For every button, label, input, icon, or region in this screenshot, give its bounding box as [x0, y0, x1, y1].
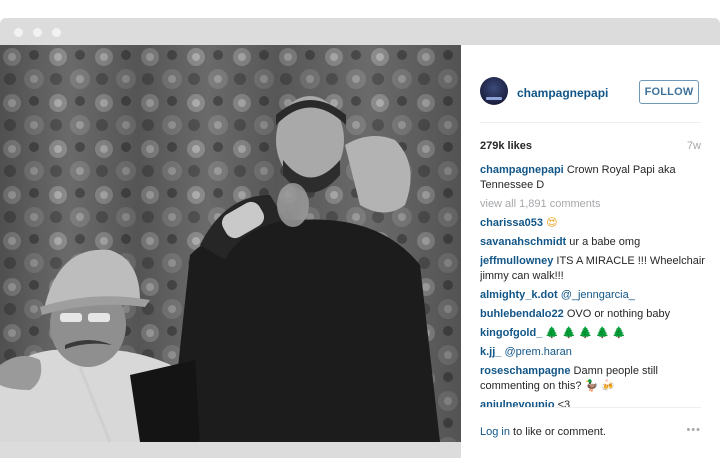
login-link[interactable]: Log in: [480, 426, 510, 438]
comments-list[interactable]: champagnepapi Crown Royal Papi aka Tenne…: [480, 163, 705, 408]
footer-divider: [480, 407, 701, 408]
comment-item: k.jj_ @prem.haran: [480, 345, 705, 360]
comment-item: kingofgold_ 🌲 🌲 🌲 🌲 🌲: [480, 326, 705, 341]
comment-mention-link[interactable]: @prem.haran: [504, 346, 571, 358]
comment-text: ur a babe omg: [569, 236, 641, 248]
header-divider: [480, 122, 701, 123]
browser-window: champagnepapi FOLLOW 279k likes 7w champ…: [0, 18, 720, 458]
follow-button[interactable]: FOLLOW: [639, 80, 699, 104]
comment-item: charissa053 😍: [480, 216, 705, 231]
comment-mention-link[interactable]: @_jenngarcia_: [561, 289, 635, 301]
post-author-username[interactable]: champagnepapi: [517, 86, 608, 100]
avatar[interactable]: [480, 77, 508, 105]
view-all-comments-link[interactable]: view all 1,891 comments: [480, 197, 705, 212]
comment-item: jeffmullowney ITS A MIRACLE !!! Wheelcha…: [480, 254, 705, 284]
comment-item: savanahschmidt ur a babe omg: [480, 235, 705, 250]
comment-username[interactable]: kingofgold_: [480, 327, 542, 339]
caption-username[interactable]: champagnepapi: [480, 164, 564, 176]
comment-username[interactable]: savanahschmidt: [480, 236, 566, 248]
login-prompt-text: to like or comment.: [509, 426, 606, 438]
post-header: champagnepapi FOLLOW: [461, 45, 720, 121]
caption: champagnepapi Crown Royal Papi aka Tenne…: [480, 163, 705, 193]
comment-text: 🌲 🌲 🌲 🌲 🌲: [545, 327, 627, 339]
comment-text: OVO or nothing baby: [566, 308, 671, 320]
likes-count[interactable]: 279k likes: [480, 140, 532, 152]
login-prompt: Log in to like or comment.: [480, 426, 606, 438]
window-control-maximize[interactable]: [52, 28, 61, 37]
comment-item: roseschampagne Damn people still comment…: [480, 364, 705, 394]
post-age[interactable]: 7w: [687, 140, 701, 152]
more-options-icon[interactable]: •••: [686, 424, 701, 436]
comment-item: almighty_k.dot @_jenngarcia_: [480, 288, 705, 303]
window-titlebar: [0, 18, 720, 45]
window-control-minimize[interactable]: [33, 28, 42, 37]
comment-text: 😍: [546, 217, 558, 229]
comment-username[interactable]: charissa053: [480, 217, 543, 229]
comment-username[interactable]: buhlebendalo22: [480, 308, 564, 320]
comment-username[interactable]: roseschampagne: [480, 365, 570, 377]
comment-item: buhlebendalo22 OVO or nothing baby: [480, 307, 705, 322]
comment-username[interactable]: almighty_k.dot: [480, 289, 558, 301]
post-photo[interactable]: [0, 45, 461, 442]
post-photo-image: [0, 45, 461, 442]
window-control-close[interactable]: [14, 28, 23, 37]
post-side-panel: champagnepapi FOLLOW 279k likes 7w champ…: [461, 45, 720, 458]
comment-username[interactable]: k.jj_: [480, 346, 501, 358]
comment-username[interactable]: jeffmullowney: [480, 255, 553, 267]
